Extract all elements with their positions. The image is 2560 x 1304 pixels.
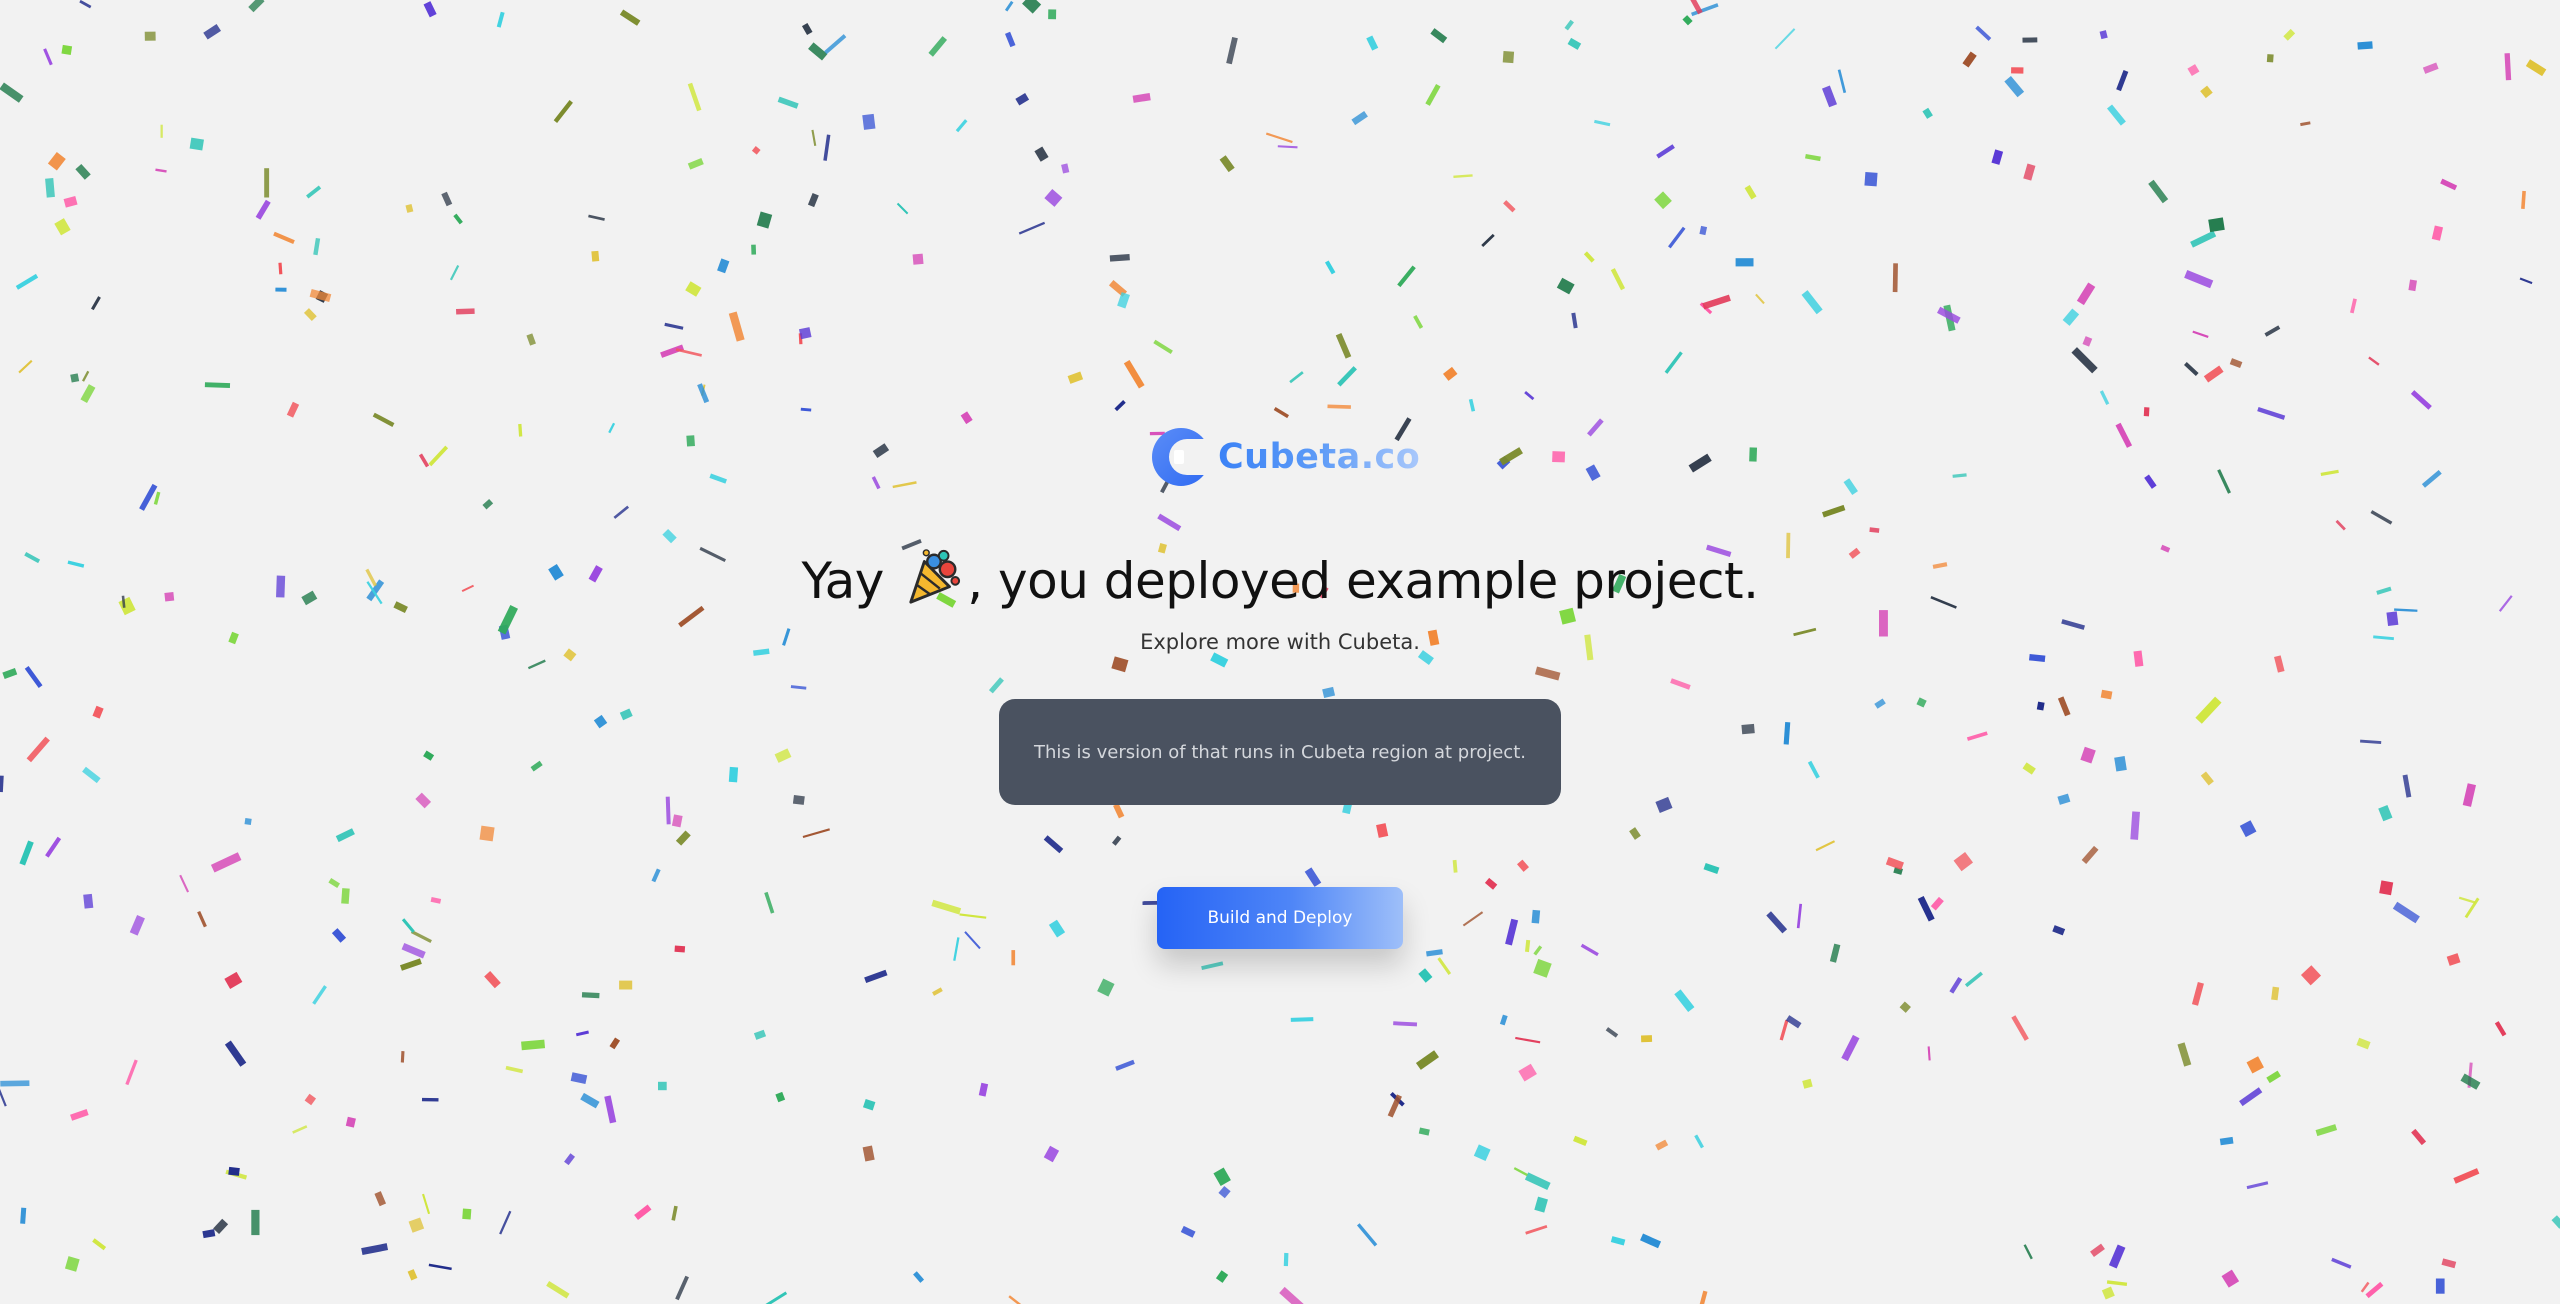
page-subtitle: Explore more with Cubeta. [1140, 630, 1420, 654]
headline-end: , you deployed example project. [967, 552, 1759, 610]
version-info-box: This is version of that runs in Cubeta r… [999, 699, 1561, 805]
cubeta-c-logo-icon [1152, 428, 1212, 486]
build-and-deploy-button[interactable]: Build and Deploy [1157, 887, 1403, 949]
party-popper-icon [909, 549, 961, 604]
version-info-text: This is version of that runs in Cubeta r… [1034, 741, 1526, 763]
brand-logo[interactable]: Cubeta.co [1150, 424, 1420, 490]
deployment-success-page: Cubeta.co Yay , you deployed example pro… [0, 0, 2560, 1304]
headline-start: Yay [801, 552, 884, 610]
page-title: Yay , you deployed example project. [0, 548, 2560, 610]
brand-name: Cubeta.co [1218, 437, 1421, 477]
